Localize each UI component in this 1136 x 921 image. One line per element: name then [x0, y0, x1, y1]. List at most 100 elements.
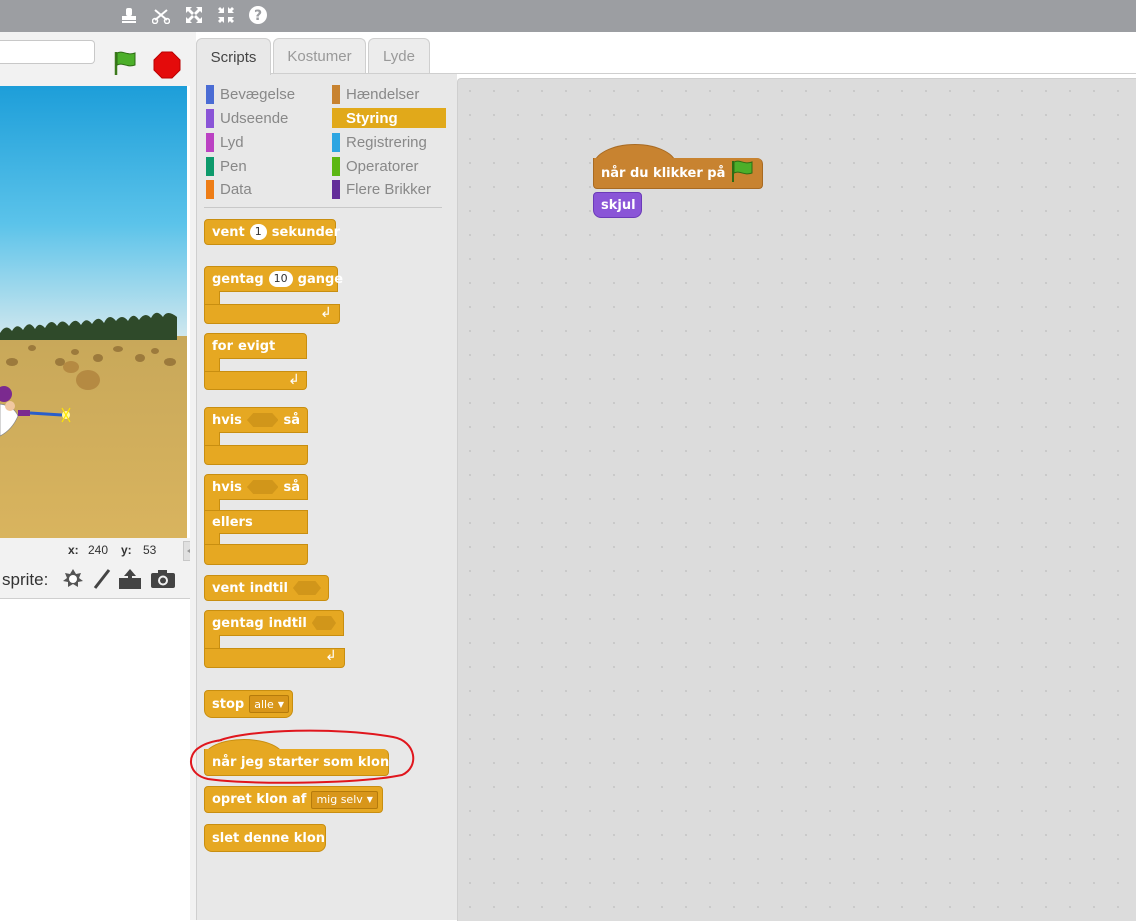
mouse-y-value: 53	[143, 543, 157, 557]
palette-separator	[204, 207, 442, 208]
svg-text:?: ?	[254, 8, 262, 24]
block-text: ellers	[212, 514, 253, 530]
category-sound[interactable]: Lyd	[206, 132, 326, 152]
c-block-arm	[204, 358, 220, 372]
project-title-input[interactable]	[0, 40, 95, 64]
tab-sounds[interactable]: Lyde	[368, 38, 430, 73]
stage[interactable]	[0, 86, 187, 539]
block-text: gange	[297, 271, 344, 287]
new-sprite-bar: sprite:	[0, 562, 191, 599]
c-block-arm	[204, 635, 220, 649]
category-data-swatch	[206, 179, 214, 199]
c-block-foot	[204, 648, 345, 668]
block-wait-seconds[interactable]: vent 1 sekunder	[204, 219, 340, 245]
block-forever[interactable]: for evigt	[204, 333, 307, 359]
tab-scripts[interactable]: Scripts	[196, 38, 271, 75]
stop-button[interactable]	[153, 51, 181, 84]
block-text: gentag	[212, 615, 264, 631]
sprite-library-icon[interactable]	[62, 568, 84, 595]
category-events[interactable]: Hændelser	[332, 84, 446, 104]
category-sensing-swatch	[332, 132, 340, 152]
green-flag-button[interactable]	[112, 49, 140, 82]
loop-arrow-icon: ↲	[288, 371, 300, 387]
paint-sprite-icon[interactable]	[92, 568, 112, 595]
category-control[interactable]: Styring	[332, 108, 446, 128]
repeat-count-input[interactable]: 10	[268, 271, 293, 287]
block-text: så	[283, 412, 300, 428]
category-looks[interactable]: Udseende	[206, 108, 326, 128]
category-more-blocks-swatch	[332, 179, 340, 199]
stamp-icon[interactable]	[118, 4, 140, 26]
block-wait-until[interactable]: vent indtil	[204, 575, 329, 601]
block-text: stop	[212, 696, 245, 712]
category-motion-swatch	[206, 84, 214, 104]
block-text: opret klon af	[212, 792, 307, 807]
block-text: slet denne klon	[212, 830, 326, 846]
c-block-arm	[204, 291, 220, 305]
category-operators-swatch	[332, 156, 340, 176]
block-text: skjul	[601, 197, 636, 213]
condition-slot[interactable]	[246, 413, 279, 427]
block-delete-clone[interactable]: slet denne klon	[204, 824, 326, 852]
block-text: hvis	[212, 412, 242, 428]
block-else-label: ellers	[204, 510, 308, 534]
sprite-list[interactable]	[0, 599, 191, 920]
block-text: indtil	[249, 580, 288, 596]
block-text: når du klikker på	[601, 165, 726, 181]
mouse-x-label: x:	[68, 543, 79, 557]
block-text: så	[283, 479, 300, 495]
block-text: vent	[212, 224, 245, 240]
cut-icon[interactable]	[150, 4, 172, 26]
camera-sprite-icon[interactable]	[150, 569, 176, 594]
block-if-else[interactable]: hvis så	[204, 474, 308, 500]
block-create-clone[interactable]: opret klon af mig selv ▼	[204, 786, 383, 813]
mouse-y-label: y:	[121, 543, 132, 557]
category-sensing[interactable]: Registrering	[332, 132, 446, 152]
c-block-arm	[204, 432, 220, 446]
category-more-blocks[interactable]: Flere Brikker	[332, 179, 446, 199]
block-text: evigt	[238, 338, 276, 354]
block-text: for	[212, 338, 233, 354]
category-sound-swatch	[206, 132, 214, 152]
category-motion[interactable]: Bevægelse	[206, 84, 326, 104]
mouse-x-value: 240	[88, 543, 109, 557]
script-area[interactable]	[457, 78, 1136, 921]
block-repeat[interactable]: gentag 10 gange	[204, 266, 343, 292]
stop-option-dropdown[interactable]: alle ▼	[249, 695, 289, 713]
block-text: sekunder	[271, 224, 341, 240]
shrink-icon[interactable]	[215, 4, 237, 26]
condition-slot[interactable]	[246, 480, 279, 494]
category-control-swatch	[332, 108, 340, 128]
script-hide-block[interactable]: skjul	[593, 192, 642, 218]
green-flag-icon	[730, 159, 756, 187]
upload-sprite-icon[interactable]	[117, 567, 143, 596]
script-when-flag-clicked[interactable]: når du klikker på	[593, 158, 763, 189]
block-repeat-until[interactable]: gentag indtil	[204, 610, 344, 636]
c-block-foot	[204, 544, 308, 565]
top-toolbar: ?	[0, 0, 1136, 32]
new-sprite-label: sprite:	[2, 570, 49, 589]
block-text: gentag	[212, 271, 264, 287]
block-stop[interactable]: stop alle ▼	[204, 690, 293, 718]
annotation-circle	[188, 727, 418, 785]
c-block-foot	[204, 445, 308, 465]
tab-costumes[interactable]: Kostumer	[273, 38, 366, 73]
category-pen[interactable]: Pen	[206, 156, 326, 176]
category-pen-swatch	[206, 156, 214, 176]
wait-seconds-input[interactable]: 1	[249, 224, 267, 240]
block-text: hvis	[212, 479, 242, 495]
condition-slot[interactable]	[311, 616, 336, 630]
category-operators[interactable]: Operatorer	[332, 156, 446, 176]
dropdown-arrow-icon: ▼	[277, 699, 284, 709]
loop-arrow-icon: ↲	[325, 647, 337, 663]
dropdown-arrow-icon: ▼	[366, 795, 373, 804]
block-text: indtil	[268, 615, 307, 631]
block-if-then[interactable]: hvis så	[204, 407, 308, 433]
condition-slot[interactable]	[292, 581, 321, 595]
block-text: vent	[212, 580, 245, 596]
help-icon[interactable]: ?	[247, 4, 269, 26]
category-data[interactable]: Data	[206, 179, 326, 199]
grow-icon[interactable]	[183, 4, 205, 26]
clone-target-dropdown[interactable]: mig selv ▼	[311, 790, 378, 809]
loop-arrow-icon: ↲	[320, 304, 332, 320]
